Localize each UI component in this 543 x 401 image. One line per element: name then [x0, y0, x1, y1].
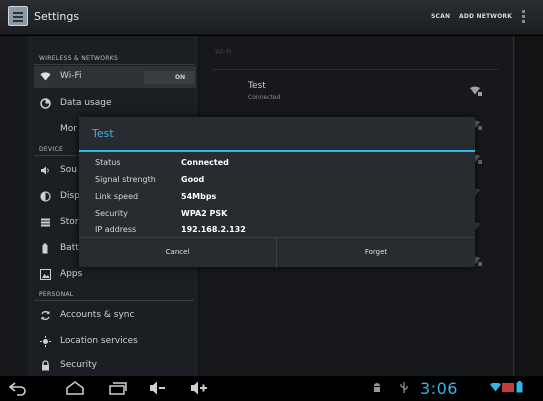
right-edge — [515, 36, 543, 376]
sidebar-item-security[interactable]: Security — [34, 355, 196, 377]
sidebar-item-label: Disp — [60, 191, 80, 201]
wifi-toggle[interactable]: ON — [144, 71, 194, 84]
sidebar-item-label: Apps — [60, 269, 83, 279]
battery-icon — [40, 243, 51, 254]
settings-app-icon[interactable] — [8, 6, 28, 26]
sidebar-item-wifi[interactable]: Wi-Fi ON — [34, 66, 196, 88]
detail-key: Security — [95, 209, 128, 218]
toggle-knob — [144, 71, 172, 84]
network-status: Connected — [248, 94, 281, 101]
recent-apps-icon[interactable] — [108, 380, 128, 396]
wifi-signal-lock-icon — [470, 86, 482, 99]
sidebar-item-location[interactable]: Location services — [34, 331, 196, 353]
dialog-button-bar: Cancel Forget — [79, 237, 475, 268]
data-usage-icon — [40, 98, 51, 109]
detail-row: Link speed 54Mbps — [95, 192, 455, 205]
detail-row: Status Connected — [95, 158, 455, 171]
section-header-personal: PERSONAL — [39, 291, 74, 298]
sidebar-item-label: Stor — [60, 217, 79, 227]
sidebar-item-label: Location services — [60, 336, 138, 346]
lock-icon — [40, 360, 51, 371]
app-title: Settings — [34, 10, 80, 23]
system-bar: 3:06 — [0, 376, 543, 401]
sidebar-item-label: Data usage — [60, 98, 112, 108]
detail-key: Status — [95, 158, 121, 167]
divider — [213, 69, 498, 70]
sync-icon — [40, 310, 51, 321]
dialog-title: Test — [92, 127, 114, 140]
detail-value: Good — [181, 175, 205, 184]
detail-value: 54Mbps — [181, 192, 217, 201]
sidebar-item-label: Wi-Fi — [60, 71, 82, 81]
divider — [34, 300, 194, 301]
detail-value: 192.168.2.132 — [181, 225, 246, 234]
apps-icon — [40, 269, 51, 280]
notification-icon — [502, 383, 514, 395]
sidebar-item-label: Accounts & sync — [60, 310, 135, 320]
home-icon[interactable] — [65, 380, 85, 396]
detail-row: Signal strength Good — [95, 175, 455, 188]
clock: 3:06 — [420, 379, 458, 398]
network-details-dialog: Test Status Connected Signal strength Go… — [79, 117, 475, 268]
detail-value: Connected — [181, 158, 229, 167]
sound-icon — [40, 165, 51, 176]
android-debug-icon — [372, 382, 382, 397]
wifi-panel-header: Wi-Fi — [215, 48, 232, 56]
display-icon — [40, 191, 51, 202]
sidebar-item-label: Sou — [60, 165, 77, 175]
network-name: Test — [248, 81, 266, 91]
divider — [34, 64, 194, 65]
usb-icon — [400, 382, 408, 397]
volume-up-icon[interactable] — [189, 380, 209, 396]
forget-button[interactable]: Forget — [277, 238, 475, 268]
wifi-icon — [40, 71, 51, 82]
detail-key: IP address — [95, 225, 137, 234]
action-bar: Settings SCAN ADD NETWORK — [0, 0, 543, 35]
dialog-title-divider — [79, 150, 475, 152]
sidebar-item-data-usage[interactable]: Data usage — [34, 93, 196, 115]
sidebar-item-accounts-sync[interactable]: Accounts & sync — [34, 305, 196, 327]
location-icon — [40, 336, 51, 347]
detail-key: Link speed — [95, 192, 139, 201]
sidebar-item-label: Mor — [60, 124, 77, 134]
add-network-button[interactable]: ADD NETWORK — [459, 13, 512, 20]
overflow-menu-icon[interactable] — [522, 10, 525, 24]
volume-down-icon[interactable] — [148, 380, 166, 396]
back-icon[interactable] — [8, 380, 27, 396]
toggle-state: ON — [175, 74, 186, 81]
sidebar-item-label: Security — [60, 360, 97, 370]
detail-value: WPA2 PSK — [181, 209, 228, 218]
storage-icon — [40, 217, 51, 228]
section-header-wireless: WIRELESS & NETWORKS — [39, 55, 119, 62]
battery-status-icon — [516, 381, 523, 396]
scan-button[interactable]: SCAN — [431, 13, 450, 20]
detail-key: Signal strength — [95, 175, 156, 184]
section-header-device: DEVICE — [39, 146, 64, 153]
wifi-status-icon — [490, 382, 501, 395]
cancel-button[interactable]: Cancel — [79, 238, 277, 268]
sidebar-item-label: Batt — [60, 243, 79, 253]
detail-row: Security WPA2 PSK — [95, 209, 455, 222]
